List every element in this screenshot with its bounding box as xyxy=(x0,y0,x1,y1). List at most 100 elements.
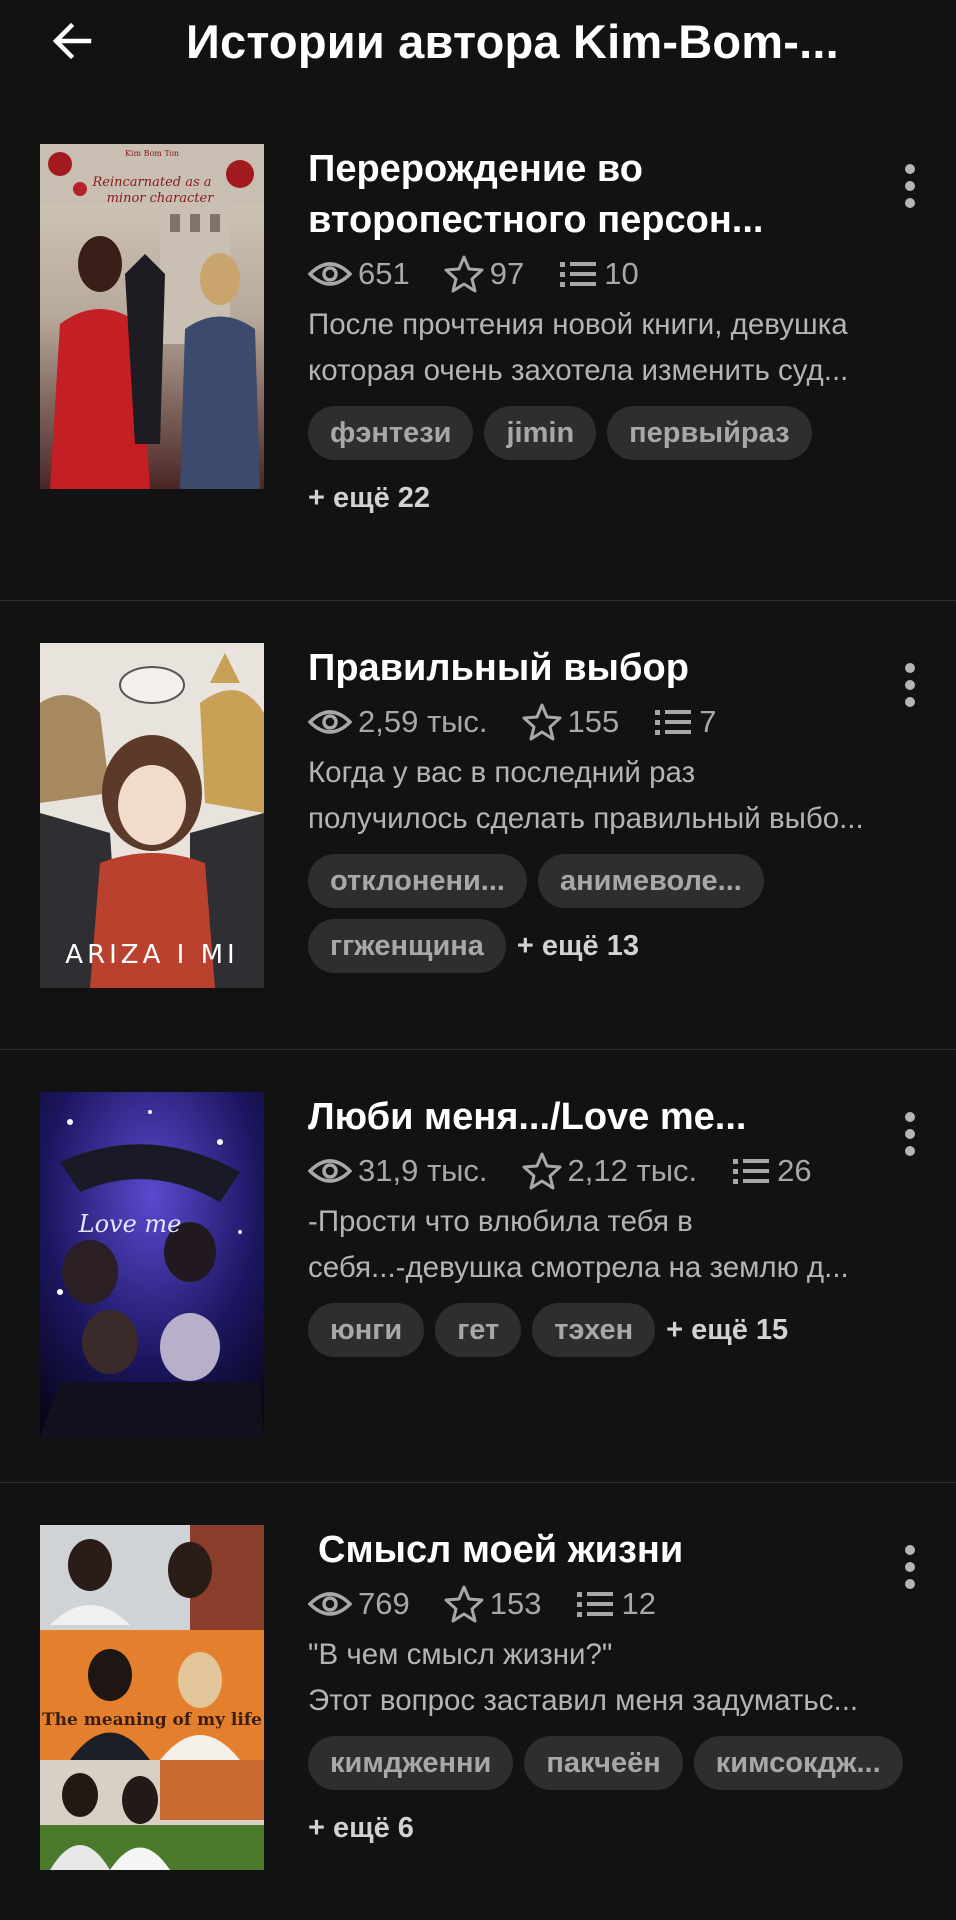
app-bar: Истории автора Kim-Bom-... xyxy=(0,0,956,82)
story-title[interactable]: Смысл моей жизни xyxy=(308,1525,870,1576)
views-count: 651 xyxy=(358,256,410,291)
tag-chip[interactable]: кимсокдж... xyxy=(693,1736,903,1790)
story-title[interactable]: Перерождение во второпестного персон... xyxy=(308,144,870,246)
story-menu-button[interactable] xyxy=(898,160,922,212)
svg-text:Love me: Love me xyxy=(78,1210,182,1238)
story-menu-button[interactable] xyxy=(898,1108,922,1160)
description-line: Этот вопрос заставил меня задуматьс... xyxy=(308,1684,859,1717)
story-card[interactable]: ARIZA I MI Правильный выбор 2,59 тыс. 15… xyxy=(0,601,956,1050)
story-menu-button[interactable] xyxy=(898,1541,922,1593)
views-stat: 31,9 тыс. xyxy=(308,1153,488,1189)
list-icon xyxy=(560,262,597,287)
parts-count: 12 xyxy=(621,1586,656,1621)
svg-text:ARIZA I MI: ARIZA I MI xyxy=(65,940,238,970)
description-line: получилось сделать правильный выбо... xyxy=(308,802,864,835)
star-icon xyxy=(444,1585,484,1623)
page-title: Истории автора Kim-Bom-... xyxy=(186,14,839,68)
story-card[interactable]: The meaning of my life Смысл моей жизни … xyxy=(0,1483,956,1920)
story-cover[interactable]: The meaning of my life xyxy=(40,1525,264,1870)
eye-icon xyxy=(308,1592,352,1616)
votes-count: 97 xyxy=(489,256,525,291)
tag-list: кимдженни пакчеён кимсокдж... + ещё 6 xyxy=(308,1736,916,1866)
svg-text:The meaning of my life: The meaning of my life xyxy=(42,1710,262,1730)
list-icon xyxy=(655,710,692,735)
more-tags-button[interactable]: + ещё 15 xyxy=(666,1303,788,1357)
views-stat: 651 xyxy=(308,256,410,292)
star-icon xyxy=(444,255,484,293)
svg-text:Reincarnated as a: Reincarnated as a xyxy=(91,175,211,190)
story-description: -Прости что влюбила тебя в себя...-девуш… xyxy=(308,1199,916,1291)
parts-stat: 10 xyxy=(558,256,639,292)
tag-chip[interactable]: отклонени... xyxy=(308,854,527,908)
list-icon xyxy=(577,1592,614,1617)
tag-chip[interactable]: пакчеён xyxy=(524,1736,683,1790)
description-line: После прочтения новой книги, девушка xyxy=(308,308,848,341)
tag-chip[interactable]: первыйраз xyxy=(607,406,812,460)
votes-stat: 97 xyxy=(444,255,524,293)
story-menu-button[interactable] xyxy=(898,659,922,711)
eye-icon xyxy=(308,262,352,286)
story-card[interactable]: Reincarnated as a minor character Kim Bo… xyxy=(0,82,956,601)
story-description: После прочтения новой книги, девушка кот… xyxy=(308,302,916,394)
tag-chip[interactable]: анимеволе... xyxy=(537,854,764,908)
tag-chip[interactable]: фэнтези xyxy=(308,406,474,460)
story-cover[interactable]: ARIZA I MI xyxy=(40,643,264,988)
svg-text:Kim Bom Ton: Kim Bom Ton xyxy=(125,149,179,158)
tag-chip[interactable]: гет xyxy=(435,1303,522,1357)
star-icon xyxy=(522,703,562,741)
votes-count: 153 xyxy=(489,1586,542,1621)
parts-stat: 26 xyxy=(731,1153,812,1189)
parts-count: 26 xyxy=(777,1153,812,1188)
tag-list: юнги гет тэхен + ещё 15 xyxy=(308,1303,916,1368)
more-tags-button[interactable]: + ещё 13 xyxy=(517,919,639,973)
views-count: 769 xyxy=(358,1586,410,1621)
cover-image: ARIZA I MI xyxy=(40,643,264,988)
votes-count: 2,12 тыс. xyxy=(567,1153,698,1188)
list-icon xyxy=(733,1159,770,1184)
tag-chip[interactable]: jimin xyxy=(484,406,597,460)
cover-image: Reincarnated as a minor character Kim Bo… xyxy=(40,144,264,489)
more-vert-icon xyxy=(905,1112,915,1122)
star-icon xyxy=(522,1152,562,1190)
description-line: которая очень захотела изменить суд... xyxy=(308,354,849,387)
parts-count: 10 xyxy=(604,256,639,291)
story-description: "В чем смысл жизни?" Этот вопрос застави… xyxy=(308,1632,916,1724)
story-description: Когда у вас в последний раз получилось с… xyxy=(308,750,916,842)
tag-chip[interactable]: кимдженни xyxy=(308,1736,514,1790)
story-stats: 2,59 тыс. 155 7 xyxy=(308,700,916,744)
tag-chip[interactable]: юнги xyxy=(308,1303,425,1357)
views-stat: 769 xyxy=(308,1586,410,1622)
votes-stat: 155 xyxy=(522,703,619,741)
story-cover[interactable]: Love me xyxy=(40,1092,264,1437)
story-stats: 31,9 тыс. 2,12 тыс. 26 xyxy=(308,1149,916,1193)
tag-chip[interactable]: тэхен xyxy=(532,1303,656,1357)
story-card[interactable]: Love me Люби меня.../Love me... 31,9 тыс… xyxy=(0,1050,956,1483)
tag-chip[interactable]: ггженщина xyxy=(308,919,506,973)
parts-stat: 7 xyxy=(653,704,717,740)
more-tags-button[interactable]: + ещё 22 xyxy=(308,471,916,525)
more-tags-button[interactable]: + ещё 6 xyxy=(308,1801,414,1855)
story-stats: 769 153 12 xyxy=(308,1582,916,1626)
eye-icon xyxy=(308,710,352,734)
story-stats: 651 97 10 xyxy=(308,252,916,296)
description-line: -Прости что влюбила тебя в xyxy=(308,1205,693,1238)
back-button[interactable] xyxy=(44,13,100,69)
more-vert-icon xyxy=(905,663,915,673)
views-count: 31,9 тыс. xyxy=(358,1153,488,1188)
more-vert-icon xyxy=(905,164,915,174)
more-vert-icon xyxy=(905,1545,915,1555)
story-cover[interactable]: Reincarnated as a minor character Kim Bo… xyxy=(40,144,264,489)
story-title[interactable]: Правильный выбор xyxy=(308,643,870,694)
story-title[interactable]: Люби меня.../Love me... xyxy=(308,1092,870,1143)
eye-icon xyxy=(308,1159,352,1183)
arrow-left-icon xyxy=(52,22,92,60)
cover-image: Love me xyxy=(40,1092,264,1437)
tag-list: отклонени... анимеволе... ггженщина + ещ… xyxy=(308,854,916,984)
views-count: 2,59 тыс. xyxy=(358,704,488,739)
votes-stat: 2,12 тыс. xyxy=(522,1152,698,1190)
views-stat: 2,59 тыс. xyxy=(308,704,488,740)
tag-list: фэнтези jimin первыйраз + ещё 22 xyxy=(308,406,916,536)
description-line: себя...-девушка смотрела на землю д... xyxy=(308,1251,849,1284)
description-line: "В чем смысл жизни?" xyxy=(308,1638,613,1671)
cover-image: The meaning of my life xyxy=(40,1525,264,1870)
